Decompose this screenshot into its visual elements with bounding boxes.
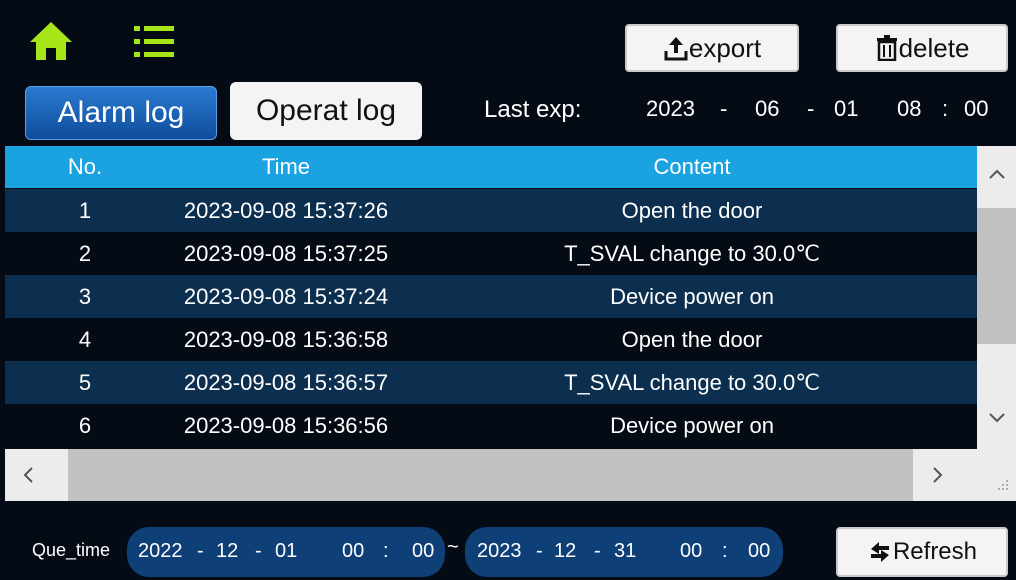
query-start-day[interactable]: 01 [275,540,297,563]
tab-alarm-log[interactable]: Alarm log [25,86,217,140]
table-row[interactable]: 2 2023-09-08 15:37:25 T_SVAL change to 3… [5,232,977,275]
resize-grip-icon[interactable] [996,478,1010,492]
list-menu-icon[interactable] [134,24,174,60]
trash-icon [876,35,897,61]
export-label: export [688,32,762,63]
table-row[interactable]: 1 2023-09-08 15:37:26 Open the door [5,189,977,232]
cell-no: 4 [78,326,92,352]
last-export-label: Last exp: [484,96,582,123]
refresh-icon [870,542,889,562]
last-export-month[interactable]: 06 [755,96,779,122]
date-separator: - [807,96,815,121]
query-start-year[interactable]: 2022 [138,540,183,563]
header-no: No. [67,154,103,179]
cell-content: T_SVAL change to 30.0℃ [564,240,820,266]
cell-time: 2023-09-08 15:36:56 [183,412,389,438]
scroll-left-arrow-icon[interactable] [22,466,34,484]
delete-button[interactable]: delete [836,24,1008,72]
cell-no: 5 [78,369,92,395]
cell-content: Device power on [610,283,774,309]
query-end-day[interactable]: 31 [614,540,636,563]
cell-no: 3 [78,283,92,309]
query-start-hour[interactable]: 00 [342,540,364,563]
last-export-hour[interactable]: 08 [897,96,921,122]
vertical-scroll-thumb[interactable] [977,208,1016,344]
cell-time: 2023-09-08 15:36:57 [183,369,389,395]
date-separator: - [536,540,543,562]
query-end-minute[interactable]: 00 [748,540,770,563]
header-content: Content [653,154,731,179]
date-separator: - [197,540,204,562]
date-separator: - [720,96,728,121]
header-time: Time [261,154,311,179]
cell-time: 2023-09-08 15:37:26 [183,197,389,223]
table-header: No. Time Content [5,146,977,188]
table-row[interactable]: 3 2023-09-08 15:37:24 Device power on [5,275,977,318]
cell-content: Device power on [610,412,774,438]
date-separator: - [594,540,601,562]
export-button[interactable]: export [625,24,799,72]
query-end-year[interactable]: 2023 [477,540,522,563]
cell-time: 2023-09-08 15:36:58 [183,326,389,352]
time-separator: : [383,540,389,562]
cell-content: Open the door [621,197,763,223]
scroll-up-arrow-icon[interactable] [988,168,1006,180]
refresh-label: Refresh [892,538,978,565]
query-start-month[interactable]: 12 [216,540,238,563]
table-row[interactable]: 6 2023-09-08 15:36:56 Device power on [5,404,977,447]
time-separator: : [942,96,949,121]
scrollbar-corner [977,449,1016,501]
last-export-day[interactable]: 01 [834,96,858,122]
time-separator: : [722,540,728,562]
horizontal-scroll-thumb[interactable] [68,449,913,501]
tab-operat-log[interactable]: Operat log [230,82,422,140]
delete-label: delete [898,32,970,63]
log-table: No. Time Content 1 2023-09-08 15:37:26 O… [5,146,977,449]
range-separator: ~ [447,536,459,558]
cell-no: 2 [78,240,92,266]
table-row[interactable]: 4 2023-09-08 15:36:58 Open the door [5,318,977,361]
cell-content: Open the door [621,326,763,352]
refresh-button[interactable]: Refresh [836,527,1008,577]
upload-icon [664,37,688,61]
last-export-year[interactable]: 2023 [646,96,695,122]
date-separator: - [255,540,262,562]
query-start-minute[interactable]: 00 [412,540,434,563]
cell-time: 2023-09-08 15:37:24 [183,283,389,309]
query-time-label: Que_time [32,540,111,560]
scroll-right-arrow-icon[interactable] [932,466,944,484]
query-end-month[interactable]: 12 [554,540,576,563]
table-row[interactable]: 5 2023-09-08 15:36:57 T_SVAL change to 3… [5,361,977,404]
query-end-hour[interactable]: 00 [680,540,702,563]
cell-content: T_SVAL change to 30.0℃ [564,369,820,395]
scroll-down-arrow-icon[interactable] [988,412,1006,424]
cell-no: 6 [78,412,92,438]
cell-time: 2023-09-08 15:37:25 [183,240,389,266]
home-icon[interactable] [28,20,74,62]
last-export-minute[interactable]: 00 [964,96,988,122]
cell-no: 1 [78,197,92,223]
